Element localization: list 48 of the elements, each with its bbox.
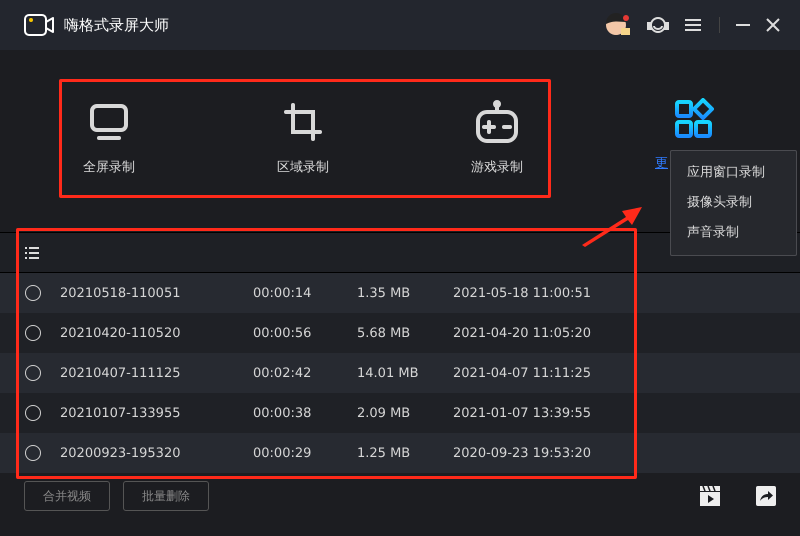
menu-item[interactable]: 声音录制	[671, 218, 796, 248]
date-time: 2021-05-18 11:00:51	[453, 286, 592, 300]
file-name: 20210107-133955	[60, 406, 182, 420]
menu-item[interactable]: 摄像头录制	[671, 188, 796, 218]
more-link[interactable]: 更	[655, 154, 668, 172]
file-name: 20210407-111125	[60, 366, 182, 380]
duration: 00:02:42	[253, 366, 312, 380]
camera-icon	[24, 14, 54, 36]
duration: 00:00:14	[253, 286, 312, 300]
radio-button[interactable]	[25, 325, 41, 341]
file-size: 1.25 MB	[357, 446, 412, 460]
avatar-icon[interactable]	[605, 13, 631, 37]
date-time: 2020-09-23 19:53:20	[453, 446, 592, 460]
close-icon[interactable]	[766, 18, 780, 32]
window-title: 嗨格式录屏大师	[64, 16, 169, 34]
record-mode-button[interactable]: 区域录制	[206, 98, 400, 176]
duration: 00:00:38	[253, 406, 312, 420]
radio-button[interactable]	[25, 405, 41, 421]
file-size: 2.09 MB	[357, 406, 412, 420]
delete-button[interactable]: 批量删除	[123, 481, 209, 511]
clapperboard-icon[interactable]	[700, 486, 720, 506]
headset-icon[interactable]	[647, 14, 669, 36]
crop-icon	[283, 102, 323, 142]
monitor-icon	[89, 102, 129, 142]
duration: 00:00:29	[253, 446, 312, 460]
file-name: 20210420-110520	[60, 326, 182, 340]
radio-button[interactable]	[25, 285, 41, 301]
file-name: 20210518-110051	[60, 286, 182, 300]
date-time: 2021-04-20 11:05:20	[453, 326, 592, 340]
file-size: 1.35 MB	[357, 286, 412, 300]
date-time: 2021-04-07 11:11:25	[453, 366, 592, 380]
share-icon[interactable]	[756, 486, 776, 506]
date-time: 2021-01-07 13:39:55	[453, 406, 592, 420]
annotation-arrow	[580, 205, 644, 247]
record-mode-button[interactable]: 游戏录制	[400, 98, 594, 176]
menu-icon[interactable]	[685, 18, 701, 32]
apps-icon[interactable]	[674, 98, 714, 138]
list-icon[interactable]	[25, 246, 39, 258]
radio-button[interactable]	[25, 445, 41, 461]
file-size: 5.68 MB	[357, 326, 412, 340]
radio-button[interactable]	[25, 365, 41, 381]
record-mode-button[interactable]: 全屏录制	[12, 98, 206, 176]
file-size: 14.01 MB	[357, 366, 420, 380]
menu-item[interactable]: 应用窗口录制	[671, 158, 796, 188]
robot-icon	[475, 100, 519, 144]
file-name: 20200923-195320	[60, 446, 182, 460]
duration: 00:00:56	[253, 326, 312, 340]
merge-button[interactable]: 合并视频	[24, 481, 110, 511]
